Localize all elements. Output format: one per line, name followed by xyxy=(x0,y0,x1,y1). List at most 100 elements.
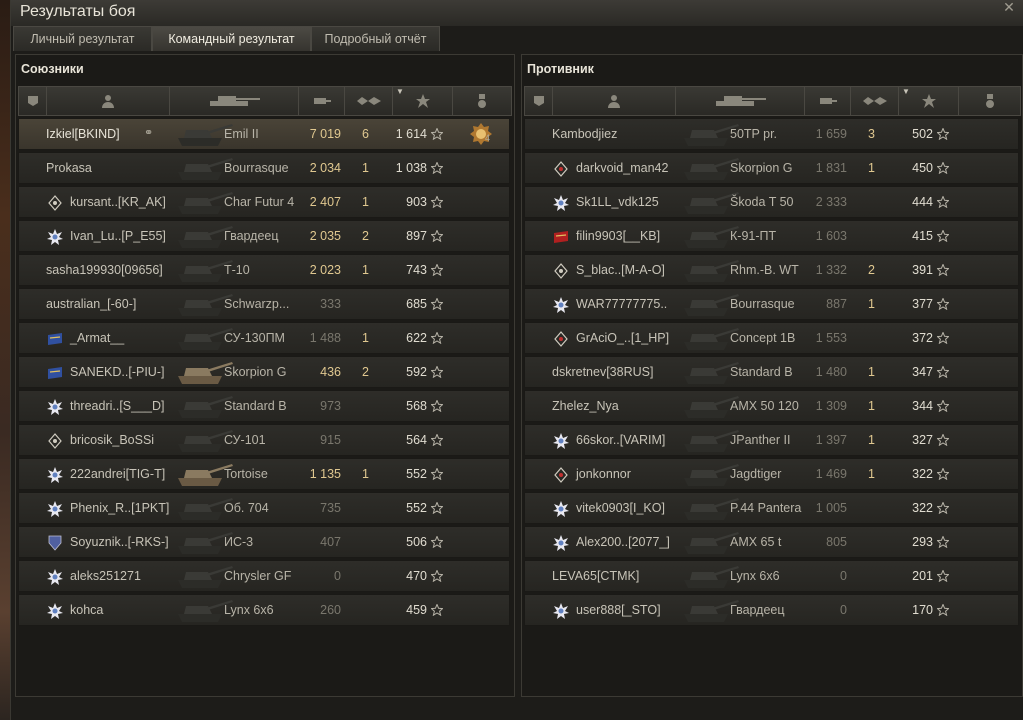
player-row[interactable]: 66skor..[VARIM] JPanther II 1 397 1 327 xyxy=(524,424,1019,456)
medals-column-header[interactable] xyxy=(453,87,511,115)
player-name: Sk1LL_vdk125 xyxy=(576,195,659,209)
xp-star-icon xyxy=(937,298,949,310)
player-name: Soyuznik..[-RKS-] xyxy=(70,535,169,549)
xp-value: 377 xyxy=(912,297,933,311)
clan-rank-icon xyxy=(48,333,62,345)
tab-personal-result[interactable]: Личный результат xyxy=(13,26,152,51)
xp-star-icon xyxy=(431,196,443,208)
allies-title: Союзники xyxy=(21,62,84,76)
xp-value: 568 xyxy=(406,399,427,413)
rank-column-header[interactable] xyxy=(19,87,47,115)
vehicle-column-header[interactable] xyxy=(676,87,805,115)
damage-value: 887 xyxy=(826,297,847,311)
damage-value: 0 xyxy=(840,569,847,583)
medals-column-header[interactable] xyxy=(959,87,1020,115)
player-row[interactable]: GrAciO_..[1_HP] Concept 1B 1 553 372 xyxy=(524,322,1019,354)
player-row[interactable]: darkvoid_man42 Skorpion G1 831 1 450 xyxy=(524,152,1019,184)
xp-star-icon xyxy=(937,604,949,616)
player-name: Ivan_Lu..[P_E55] xyxy=(70,229,166,243)
damage-value: 2 023 xyxy=(309,263,341,277)
clan-rank-icon xyxy=(47,467,63,483)
xp-star-icon xyxy=(431,400,443,412)
damage-value: 2 034 xyxy=(309,161,341,175)
player-row[interactable]: Izkiel[BKIND] ⚭ Emil II 7 019 6 1 614 4 xyxy=(18,118,510,150)
vehicle-name: AMX 50 120 xyxy=(730,399,799,413)
kills-column-header[interactable] xyxy=(851,87,899,115)
xp-value: 344 xyxy=(912,399,933,413)
damage-value: 1 603 xyxy=(815,229,847,243)
player-row[interactable]: Prokasa Bourrasque 2 034 1 1 038 xyxy=(18,152,510,184)
rank-icon xyxy=(27,96,38,106)
player-name: threadri..[S___D] xyxy=(70,399,165,413)
player-row[interactable]: WAR77777775.. Bourrasque 887 1 377 xyxy=(524,288,1019,320)
tank-icon xyxy=(210,96,260,106)
player-row[interactable]: Sk1LL_vdk125 Škoda T 50 2 333 444 xyxy=(524,186,1019,218)
clan-rank-icon xyxy=(554,331,568,347)
tab-detailed-report[interactable]: Подробный отчёт xyxy=(311,26,440,51)
medal-count: 4 xyxy=(485,133,491,143)
kills-column-header[interactable] xyxy=(345,87,393,115)
player-name: Izkiel[BKIND] xyxy=(46,127,120,141)
vehicle-name: Гвардеец xyxy=(224,229,279,243)
damage-value: 1 469 xyxy=(815,467,847,481)
damage-value: 407 xyxy=(320,535,341,549)
player-name: _Armat__ xyxy=(70,331,125,345)
damage-column-header[interactable] xyxy=(299,87,345,115)
xp-star-icon xyxy=(937,366,949,378)
player-row[interactable]: kohca Lynx 6x6 260 459 xyxy=(18,594,510,626)
player-row[interactable]: aleks251271 Chrysler GF 0 470 xyxy=(18,560,510,592)
xp-star-icon xyxy=(431,298,443,310)
xp-value: 201 xyxy=(912,569,933,583)
xp-value: 170 xyxy=(912,603,933,617)
player-row[interactable]: Zhelez_Nya AMX 50 120 1 309 1 344 xyxy=(524,390,1019,422)
clan-rank-icon xyxy=(553,297,569,313)
damage-column-header[interactable] xyxy=(805,87,851,115)
damage-value: 1 553 xyxy=(815,331,847,345)
rank-icon xyxy=(533,96,544,106)
tab-team-result[interactable]: Командный результат xyxy=(152,26,311,51)
player-name: sasha199930[09656] xyxy=(46,263,163,277)
player-row[interactable]: Kambodjiez 50TP pr. 1 659 3 502 xyxy=(524,118,1019,150)
clan-rank-icon xyxy=(553,501,569,517)
player-row[interactable]: threadri..[S___D] Standard B 973 568 xyxy=(18,390,510,422)
xp-star-icon xyxy=(431,230,443,242)
player-row[interactable]: Soyuznik..[-RKS-] ИС-3 407 506 xyxy=(18,526,510,558)
player-row[interactable]: kursant..[KR_AK] Char Futur 42 407 1 903 xyxy=(18,186,510,218)
vehicle-column-header[interactable] xyxy=(170,87,299,115)
player-row[interactable]: _Armat__ СУ-130ПМ 1 488 1 622 xyxy=(18,322,510,354)
platoon-icon: ⚭ xyxy=(144,127,154,139)
player-column-header[interactable] xyxy=(47,87,170,115)
enemies-panel: Противник ▼ Kambodjiez 50TP pr. 1 659 3 … xyxy=(521,54,1023,697)
damage-value: 915 xyxy=(320,433,341,447)
player-row[interactable]: dskretnev[38RUS] Standard B1 480 1 347 xyxy=(524,356,1019,388)
player-row[interactable]: S_blac..[M-A-O] Rhm.-B. WT 1 332 2 391 xyxy=(524,254,1019,286)
clan-rank-icon xyxy=(47,569,63,585)
damage-value: 1 659 xyxy=(815,127,847,141)
xp-value: 415 xyxy=(912,229,933,243)
player-row[interactable]: user888[_STO] Гвардеец 0 170 xyxy=(524,594,1019,626)
player-row[interactable]: sasha199930[09656] Т-10 2 023 1 743 xyxy=(18,254,510,286)
enemies-table-header: ▼ xyxy=(524,86,1021,116)
player-row[interactable]: LEVA65[CTMK] Lynx 6x6 0 201 xyxy=(524,560,1019,592)
player-row[interactable]: jonkonnor Jagdtiger 1 469 1 322 xyxy=(524,458,1019,490)
sort-indicator-icon: ▼ xyxy=(902,87,910,96)
vehicle-name: Skorpion G xyxy=(730,161,793,175)
xp-column-header[interactable]: ▼ xyxy=(393,87,453,115)
player-column-header[interactable] xyxy=(553,87,676,115)
damage-value: 1 480 xyxy=(815,365,847,379)
player-row[interactable]: Phenix_R..[1PKT] Об. 704 735 552 xyxy=(18,492,510,524)
xp-star-icon xyxy=(937,196,949,208)
player-row[interactable]: filin9903[__KB] К-91-ПТ 1 603 415 xyxy=(524,220,1019,252)
player-row[interactable]: vitek0903[I_KO] P.44 Pantera 1 005 322 xyxy=(524,492,1019,524)
sort-indicator-icon: ▼ xyxy=(396,87,404,96)
damage-value: 1 005 xyxy=(815,501,847,515)
player-row[interactable]: bricosik_BoSSi СУ-101 915 564 xyxy=(18,424,510,456)
player-row[interactable]: australian_[-60-] Schwarzp... 333 685 xyxy=(18,288,510,320)
player-row[interactable]: SANEKD..[-PIU-] Skorpion G 436 2 592 xyxy=(18,356,510,388)
player-row[interactable]: Ivan_Lu..[P_E55] Гвардеец 2 035 2 897 xyxy=(18,220,510,252)
rank-column-header[interactable] xyxy=(525,87,553,115)
player-row[interactable]: 222andrei[TIG-T] Tortoise 1 135 1 552 xyxy=(18,458,510,490)
close-icon[interactable]: ✕ xyxy=(1001,0,1017,14)
player-row[interactable]: Alex200..[2077_] AMX 65 t 805 293 xyxy=(524,526,1019,558)
xp-column-header[interactable]: ▼ xyxy=(899,87,959,115)
